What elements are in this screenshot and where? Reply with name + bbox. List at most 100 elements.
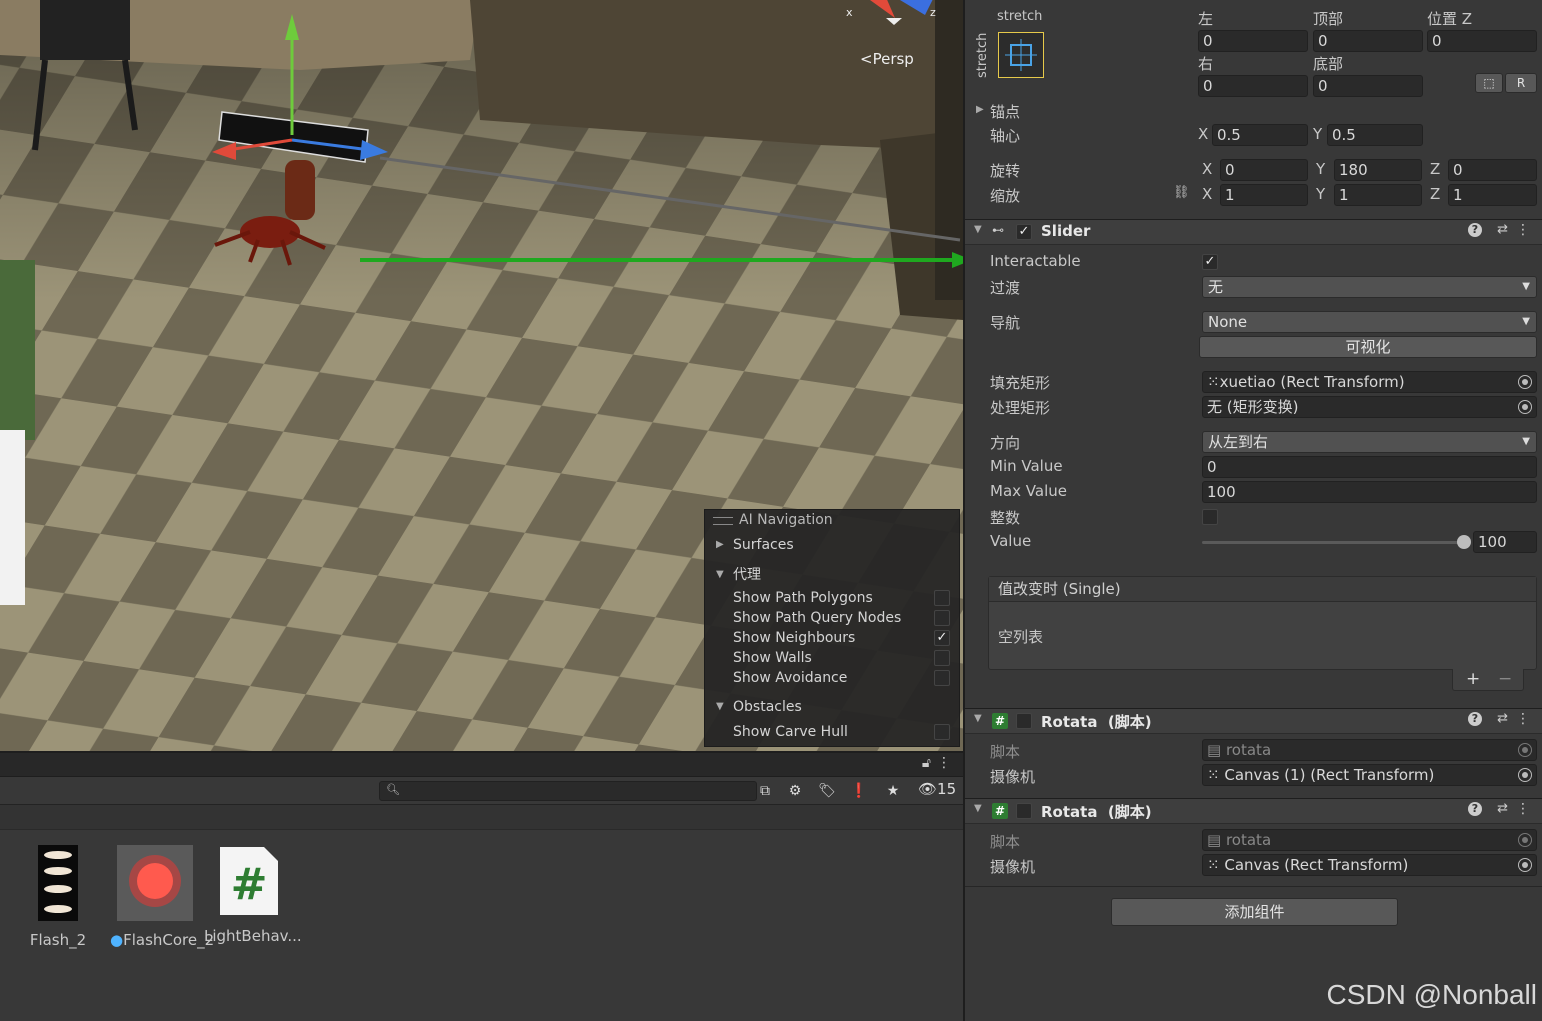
value-slider-track[interactable] [1202, 541, 1464, 544]
interactable-checkbox[interactable]: ✓ [1202, 254, 1218, 270]
anchors-foldout[interactable]: 锚点 [990, 101, 1020, 122]
add-event-button[interactable]: + [1466, 669, 1480, 689]
pivot-x-field[interactable]: 0.5 [1212, 124, 1308, 146]
show-avoidance-checkbox[interactable] [934, 670, 950, 686]
posz-field[interactable]: 0 [1427, 30, 1537, 52]
filter-by-type-icon[interactable]: ⚙ [784, 780, 806, 802]
show-path-query-nodes-option[interactable]: Show Path Query Nodes [705, 608, 959, 628]
ai-navigation-overlay: AI Navigation ▶ Surfaces ▼ 代理 Show Path … [704, 509, 960, 747]
blueprint-mode-button[interactable]: ⬚ [1475, 73, 1503, 93]
max-value-field[interactable]: 100 [1202, 481, 1537, 503]
show-avoidance-option[interactable]: Show Avoidance [705, 668, 959, 688]
remove-event-button[interactable]: − [1498, 669, 1512, 689]
search-by-type-icon[interactable]: ⧉ [754, 780, 776, 802]
fill-rect-label: 填充矩形 [990, 374, 1051, 392]
filter-by-label-icon[interactable]: 🏷︎ [816, 780, 838, 802]
object-picker-icon[interactable] [1518, 375, 1532, 389]
show-walls-checkbox[interactable] [934, 650, 950, 666]
event-title: 值改变时 (Single) [989, 577, 1536, 602]
svg-text:x: x [846, 6, 853, 19]
top-label: 顶部 [1313, 10, 1344, 28]
min-value-label: Min Value [990, 457, 1063, 475]
camera-field-2[interactable]: ⁙ Canvas (Rect Transform) [1202, 854, 1537, 876]
direction-dropdown[interactable]: 从左到右 ▼ [1202, 431, 1537, 453]
show-walls-option[interactable]: Show Walls [705, 648, 959, 668]
value-field[interactable]: 100 [1473, 531, 1537, 553]
visualize-button[interactable]: 可视化 [1199, 336, 1537, 358]
asset-item-lightbehav[interactable]: # LightBehav... [204, 845, 302, 945]
surfaces-group[interactable]: ▶ Surfaces [705, 532, 959, 558]
rotation-z-field[interactable]: 0 [1448, 159, 1537, 181]
constrain-proportions-icon[interactable]: ⛓ [1173, 185, 1190, 200]
add-component-button[interactable]: 添加组件 [1111, 898, 1398, 926]
rotata-component-header-2[interactable]: ▼ # Rotata (脚本) ? ⇄ ⋮ [965, 798, 1542, 824]
obstacles-group[interactable]: ▼ Obstacles [705, 694, 959, 720]
presets-icon[interactable]: ⇄ [1497, 222, 1508, 237]
scale-x-field[interactable]: 1 [1220, 184, 1308, 206]
min-value-field[interactable]: 0 [1202, 456, 1537, 478]
value-label: Value [990, 532, 1032, 550]
rotata-enabled-checkbox-1[interactable] [1016, 713, 1032, 729]
object-picker-icon [1518, 833, 1532, 847]
asset-item-flashcore2[interactable]: ●FlashCore_2 [110, 845, 214, 949]
more-options-icon[interactable]: ⋮ [1516, 801, 1530, 817]
more-options-icon[interactable]: ⋮ [1516, 222, 1530, 238]
value-slider-thumb[interactable] [1457, 535, 1471, 549]
rotata-enabled-checkbox-2[interactable] [1016, 803, 1032, 819]
scale-z-field[interactable]: 1 [1448, 184, 1537, 206]
more-options-icon[interactable]: ⋮ [1516, 711, 1530, 727]
show-path-polygons-option[interactable]: Show Path Polygons [705, 588, 959, 608]
hidden-packages-count[interactable]: 👁︎15 [918, 780, 956, 798]
presets-icon[interactable]: ⇄ [1497, 801, 1508, 816]
transition-label: 过渡 [990, 279, 1021, 297]
scene-view[interactable]: x z <Persp AI Navigation ▶ Surfaces ▼ 代理… [0, 0, 963, 751]
top-field[interactable]: 0 [1313, 30, 1423, 52]
favorite-star-icon[interactable]: ★ [882, 780, 904, 802]
transition-dropdown[interactable]: 无 ▼ [1202, 276, 1537, 298]
object-picker-icon[interactable] [1518, 768, 1532, 782]
slider-title: Slider [1041, 222, 1091, 240]
help-icon[interactable]: ? [1468, 712, 1482, 726]
rotata-component-header-1[interactable]: ▼ # Rotata (脚本) ? ⇄ ⋮ [965, 708, 1542, 734]
anchor-stretch-top-label: stretch [997, 9, 1043, 24]
scale-y-field[interactable]: 1 [1334, 184, 1422, 206]
camera-field-1[interactable]: ⁙ Canvas (1) (Rect Transform) [1202, 764, 1537, 786]
right-field[interactable]: 0 [1198, 75, 1308, 97]
whole-numbers-checkbox[interactable] [1202, 509, 1218, 525]
warning-icon[interactable]: ❗ [848, 780, 870, 802]
slider-enabled-checkbox[interactable]: ✓ [1016, 224, 1032, 240]
lock-icon[interactable]: 🔓︎ [922, 755, 931, 771]
show-path-polygons-checkbox[interactable] [934, 590, 950, 606]
anchor-preset-button[interactable] [998, 32, 1044, 78]
fill-rect-field[interactable]: ⁙xuetiao (Rect Transform) [1202, 371, 1537, 393]
show-neighbours-checkbox[interactable]: ✓ [934, 630, 950, 646]
presets-icon[interactable]: ⇄ [1497, 711, 1508, 726]
agent-group[interactable]: ▼ 代理 [705, 562, 959, 588]
navigation-dropdown[interactable]: None ▼ [1202, 311, 1537, 333]
ai-navigation-title[interactable]: AI Navigation [705, 510, 959, 532]
left-field[interactable]: 0 [1198, 30, 1308, 52]
show-carve-hull-option[interactable]: Show Carve Hull [705, 722, 959, 742]
script-field-1: ▤ rotata [1202, 739, 1537, 761]
raw-edit-button[interactable]: R [1505, 73, 1537, 93]
help-icon[interactable]: ? [1468, 802, 1482, 816]
help-icon[interactable]: ? [1468, 223, 1482, 237]
slider-component-header[interactable]: ▼ ⊷ ✓ Slider ? ⇄ ⋮ [965, 219, 1542, 245]
asset-item-flash2[interactable]: Flash_2 [13, 845, 103, 949]
show-path-query-nodes-checkbox[interactable] [934, 610, 950, 626]
show-neighbours-option[interactable]: Show Neighbours ✓ [705, 628, 959, 648]
more-options-icon[interactable]: ⋮ [937, 755, 951, 771]
rotation-x-field[interactable]: 0 [1220, 159, 1308, 181]
show-carve-hull-checkbox[interactable] [934, 724, 950, 740]
project-panel: 🔓︎ ⋮ 🔍︎ ⧉ ⚙ 🏷︎ ❗ ★ 👁︎15 Flash_2 ●FlashCo… [0, 751, 963, 1021]
rotation-y-field[interactable]: 180 [1334, 159, 1422, 181]
pivot-y-field[interactable]: 0.5 [1327, 124, 1423, 146]
handle-rect-field[interactable]: 无 (矩形变换) [1202, 396, 1537, 418]
camera-label: 摄像机 [990, 858, 1036, 876]
object-picker-icon[interactable] [1518, 400, 1532, 414]
search-input[interactable]: 🔍︎ [379, 781, 757, 801]
camera-projection-label[interactable]: <Persp [860, 50, 914, 68]
bottom-field[interactable]: 0 [1313, 75, 1423, 97]
camera-label: 摄像机 [990, 768, 1036, 786]
object-picker-icon[interactable] [1518, 858, 1532, 872]
